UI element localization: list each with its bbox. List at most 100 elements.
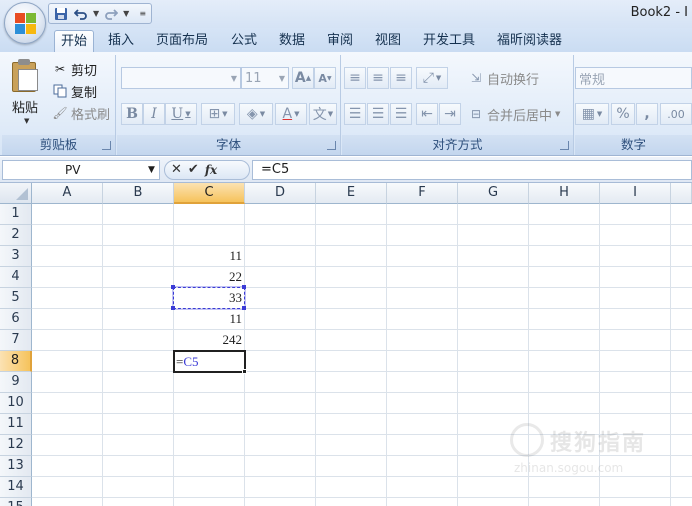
- name-box[interactable]: PV: [2, 160, 160, 180]
- percent-button[interactable]: %: [611, 103, 635, 125]
- row-header-2[interactable]: 2: [0, 225, 32, 246]
- enter-icon[interactable]: ✔: [188, 160, 199, 180]
- comma-style-button[interactable]: ,: [636, 103, 658, 125]
- tab-review[interactable]: 审阅: [321, 30, 359, 52]
- shrink-font-button[interactable]: A ▼: [314, 67, 336, 89]
- align-left-button[interactable]: ☰: [344, 103, 366, 125]
- undo-icon[interactable]: [73, 6, 89, 22]
- orientation-button[interactable]: ⤢ ▼: [416, 67, 448, 89]
- row-header-11[interactable]: 11: [0, 414, 32, 435]
- decrease-indent-button[interactable]: ⇤: [416, 103, 438, 125]
- select-all-button[interactable]: [0, 183, 32, 204]
- cell-c6[interactable]: 11: [174, 309, 245, 330]
- column-header-e[interactable]: E: [316, 183, 387, 204]
- increase-decimal-button[interactable]: .00: [660, 103, 692, 125]
- undo-dropdown-icon[interactable]: ▼: [93, 9, 99, 18]
- bold-button[interactable]: B: [121, 103, 143, 125]
- column-header-a[interactable]: A: [32, 183, 103, 204]
- cell-c7[interactable]: 242: [174, 330, 245, 351]
- paste-button[interactable]: 粘贴 ▼: [2, 55, 48, 133]
- phonetic-icon: 文: [312, 107, 327, 123]
- reference-handle[interactable]: [242, 306, 246, 310]
- office-logo-icon: [15, 13, 37, 35]
- tab-home[interactable]: 开始: [54, 30, 95, 52]
- cell-c3[interactable]: 11: [174, 246, 245, 267]
- copy-button[interactable]: 复制: [52, 81, 97, 101]
- row-header-6[interactable]: 6: [0, 309, 32, 330]
- insert-function-icon[interactable]: fx: [205, 160, 217, 180]
- row-header-4[interactable]: 4: [0, 267, 32, 288]
- column-header-j[interactable]: [671, 183, 692, 204]
- reference-handle[interactable]: [242, 285, 246, 289]
- fill-bucket-icon: ◈: [246, 106, 258, 122]
- redo-icon[interactable]: [103, 6, 119, 22]
- align-center-button[interactable]: ☰: [367, 103, 389, 125]
- tab-data[interactable]: 数据: [273, 30, 311, 52]
- number-format-combo[interactable]: 常规: [575, 67, 692, 89]
- row-header-12[interactable]: 12: [0, 435, 32, 456]
- font-size-combo[interactable]: 11 ▼: [241, 67, 289, 89]
- customize-qat-icon[interactable]: ≡: [139, 9, 146, 18]
- tab-insert[interactable]: 插入: [102, 30, 140, 52]
- redo-dropdown-icon[interactable]: ▼: [123, 9, 129, 18]
- name-box-dropdown-icon[interactable]: ▼: [148, 160, 155, 180]
- underline-button[interactable]: U ▼: [165, 103, 197, 125]
- row-header-15[interactable]: 15: [0, 498, 32, 506]
- align-top-button[interactable]: ≡: [344, 67, 366, 89]
- cell-c8-editor[interactable]: =C5: [176, 353, 199, 371]
- column-header-i[interactable]: I: [600, 183, 671, 204]
- align-right-button[interactable]: ☰: [390, 103, 412, 125]
- borders-button[interactable]: ⊞ ▼: [201, 103, 235, 125]
- column-header-f[interactable]: F: [387, 183, 458, 204]
- reference-handle[interactable]: [171, 306, 175, 310]
- row-header-10[interactable]: 10: [0, 393, 32, 414]
- cut-button[interactable]: ✂ 剪切: [52, 59, 97, 79]
- formula-input[interactable]: =C5: [252, 160, 692, 180]
- row-header-7[interactable]: 7: [0, 330, 32, 351]
- accounting-format-button[interactable]: ▦ ▼: [575, 103, 609, 125]
- chevron-down-icon: ▼: [222, 110, 228, 118]
- cell-c4[interactable]: 22: [174, 267, 245, 288]
- row-header-5[interactable]: 5: [0, 288, 32, 309]
- italic-button[interactable]: I: [143, 103, 165, 125]
- row-header-1[interactable]: 1: [0, 204, 32, 225]
- tab-formulas[interactable]: 公式: [225, 30, 263, 52]
- clipboard-launcher-icon[interactable]: [102, 141, 111, 150]
- row-header-9[interactable]: 9: [0, 372, 32, 393]
- column-header-c[interactable]: C: [174, 183, 245, 204]
- tab-view[interactable]: 视图: [369, 30, 407, 52]
- format-painter-label: 格式刷: [71, 107, 111, 123]
- align-bottom-button[interactable]: ≡: [390, 67, 412, 89]
- column-header-g[interactable]: G: [458, 183, 529, 204]
- column-header-h[interactable]: H: [529, 183, 600, 204]
- spreadsheet-grid[interactable]: A B C D E F G H I 1 2 3 4 5 6 7 8 9 10 1…: [0, 183, 692, 506]
- tab-page-layout[interactable]: 页面布局: [150, 30, 214, 52]
- merge-center-label: 合并后居中: [487, 108, 553, 124]
- row-header-8[interactable]: 8: [0, 351, 32, 372]
- font-name-combo[interactable]: ▼: [121, 67, 241, 89]
- save-icon[interactable]: [53, 6, 69, 22]
- row-header-14[interactable]: 14: [0, 477, 32, 498]
- row-header-13[interactable]: 13: [0, 456, 32, 477]
- fill-handle[interactable]: [242, 369, 247, 374]
- wrap-text-button[interactable]: ⇲ 自动换行: [468, 68, 539, 88]
- office-button[interactable]: [4, 2, 46, 44]
- tab-developer[interactable]: 开发工具: [417, 30, 481, 52]
- cancel-icon[interactable]: ✕: [171, 160, 182, 180]
- column-header-d[interactable]: D: [245, 183, 316, 204]
- alignment-launcher-icon[interactable]: [560, 141, 569, 150]
- reference-handle[interactable]: [171, 285, 175, 289]
- font-launcher-icon[interactable]: [327, 141, 336, 150]
- column-header-b[interactable]: B: [103, 183, 174, 204]
- tab-foxit-reader[interactable]: 福昕阅读器: [491, 30, 568, 52]
- increase-indent-button[interactable]: ⇥: [439, 103, 461, 125]
- align-middle-button[interactable]: ≡: [367, 67, 389, 89]
- fill-color-button[interactable]: ◈ ▼: [239, 103, 273, 125]
- phonetic-button[interactable]: 文 ▼: [309, 103, 337, 125]
- active-cell-c8[interactable]: =C5: [173, 350, 246, 373]
- merge-center-button[interactable]: ⊟ 合并后居中 ▼: [468, 104, 560, 124]
- font-color-button[interactable]: A ▼: [275, 103, 307, 125]
- grow-font-button[interactable]: A ▲: [292, 67, 314, 89]
- row-header-3[interactable]: 3: [0, 246, 32, 267]
- format-painter-button[interactable]: 🖌 格式刷: [52, 103, 110, 123]
